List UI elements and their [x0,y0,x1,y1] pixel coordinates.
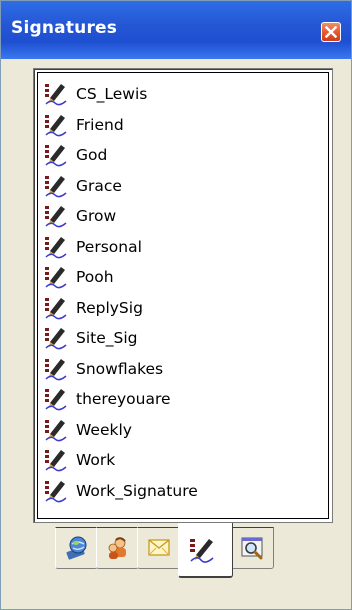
signature-item-label: Site_Sig [76,329,138,348]
signature-item-label: Work_Signature [76,481,198,500]
signatures-panel: Signatures CS_Lewis Friend God Grace Grow Per… [0,0,352,610]
signature-pen-icon [45,175,67,198]
signature-item-label: Personal [76,237,142,256]
signature-pen-icon [45,358,67,381]
signature-item-label: Grace [76,176,122,195]
signature-pen-icon [45,419,67,442]
signature-item[interactable]: ReplySig [38,293,198,324]
signature-item-label: ReplySig [76,298,143,317]
signature-pen-icon [45,145,67,167]
title-bar[interactable]: Signatures [1,1,351,59]
signature-list-box[interactable]: CS_Lewis Friend God Grace Grow Personal Pooh Re… [37,72,329,519]
signature-pen-icon [45,267,67,289]
preview-globe-icon [66,536,87,560]
signature-item[interactable]: CS_Lewis [38,79,198,110]
signature-item[interactable]: Weekly [38,415,198,446]
signature-pen-icon [45,450,67,472]
signature-item-label: thereyouare [76,390,171,409]
signature-item[interactable]: thereyouare [38,384,198,415]
close-button[interactable] [321,22,341,42]
signature-list: CS_Lewis Friend God Grace Grow Personal Pooh Re… [38,79,198,506]
signature-item[interactable]: Site_Sig [38,323,198,354]
signature-item-label: God [76,146,108,165]
people-icon [108,537,126,559]
tab-browse[interactable] [231,527,274,569]
signature-pen-icon [45,328,67,350]
signature-item-label: CS_Lewis [76,85,148,104]
stationery-envelope-icon [148,539,170,556]
signature-item[interactable]: Snowflakes [38,354,198,385]
signature-item[interactable]: Personal [38,232,198,263]
tab-people[interactable] [96,527,139,569]
tab-preview[interactable] [55,527,98,569]
panel-title: Signatures [11,18,118,38]
signature-item[interactable]: Work [38,445,198,476]
signature-pen-icon [45,236,67,259]
signature-pen-icon [45,114,67,137]
signature-item[interactable]: Grow [38,201,198,232]
signature-pen-icon [190,539,214,563]
signature-pen-icon [45,84,67,106]
signature-item-label: Pooh [76,268,114,287]
signature-item[interactable]: Grace [38,171,198,202]
signature-pen-icon [45,297,67,320]
panel-tabs [55,523,295,583]
signature-item-label: Weekly [76,420,132,439]
signature-pen-icon [45,206,67,228]
tab-stationery[interactable] [137,527,180,569]
signature-item[interactable]: Pooh [38,262,198,293]
tab-signatures[interactable] [178,523,233,578]
close-icon [325,26,337,38]
signature-item[interactable]: God [38,140,198,171]
signature-item-label: Snowflakes [76,359,164,378]
signature-item[interactable]: Work_Signature [38,476,198,507]
signature-item-label: Friend [76,115,124,134]
signature-pen-icon [45,389,67,411]
browse-magnifier-icon [241,537,263,560]
signature-item-label: Work [76,451,116,470]
signature-item[interactable]: Friend [38,110,198,141]
signature-pen-icon [45,480,67,503]
signature-list-frame: CS_Lewis Friend God Grace Grow Personal Pooh Re… [33,68,333,523]
signature-item-label: Grow [76,207,117,226]
